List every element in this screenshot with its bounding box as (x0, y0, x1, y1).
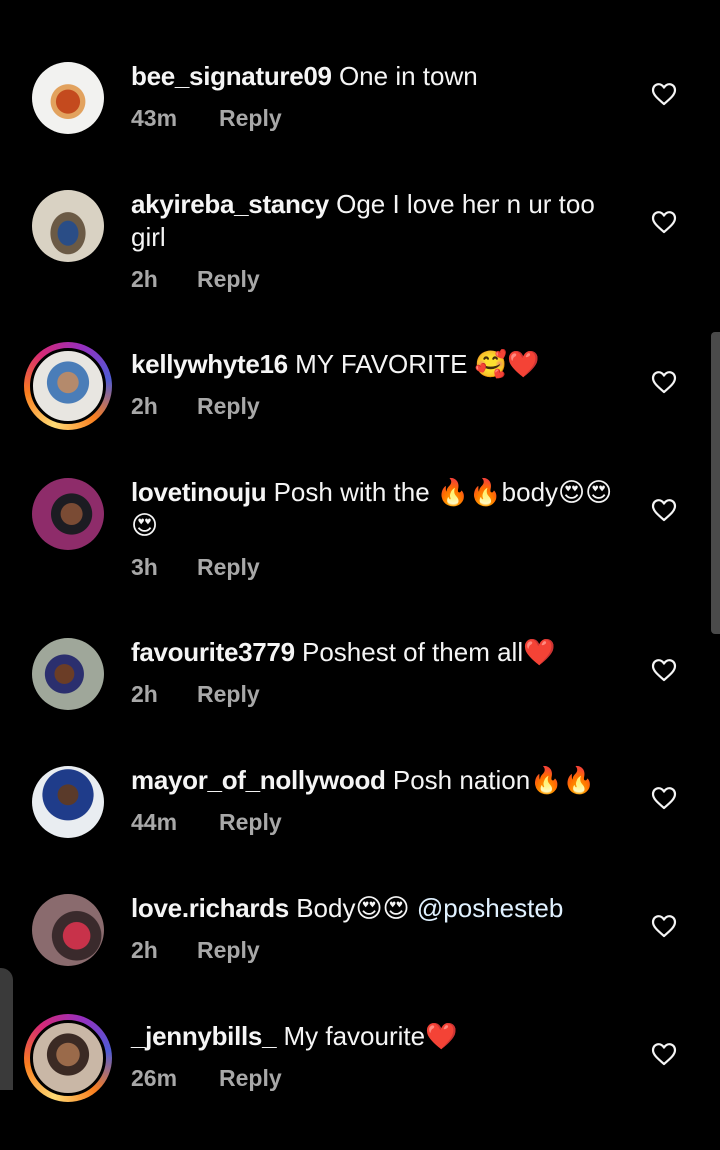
comment-item: lovetinouju Posh with the 🔥🔥body😍😍😍 3h Re… (0, 476, 720, 606)
avatar (30, 1020, 106, 1096)
comment-timestamp: 2h (131, 937, 158, 963)
comment-timestamp: 26m (131, 1065, 178, 1091)
comment-text: _jennybills_ My favourite❤️ (131, 1020, 621, 1053)
comment-meta: 2h Reply (131, 266, 260, 293)
comment-meta: 44m Reply (131, 809, 282, 836)
comment-item: kellywhyte16 MY FAVORITE 🥰❤️ 2h Reply (0, 342, 720, 478)
reply-button[interactable]: Reply (219, 809, 282, 835)
avatar[interactable] (32, 894, 104, 966)
comment-body: One in town (338, 61, 478, 91)
avatar[interactable] (32, 478, 104, 550)
comment-item: akyireba_stancy Oge I love her n ur too … (0, 188, 720, 318)
avatar[interactable] (32, 62, 104, 134)
comment-body: Poshest of them all❤️ (301, 637, 556, 667)
edge-handle[interactable] (0, 968, 13, 1090)
comment-username[interactable]: akyireba_stancy (131, 189, 329, 219)
reply-button[interactable]: Reply (219, 105, 282, 131)
comment-timestamp: 3h (131, 554, 158, 580)
heart-outline-icon[interactable] (651, 498, 677, 522)
comment-item: love.richards Body😍😍 @poshesteb 2h Reply (0, 892, 720, 1022)
comment-item: mayor_of_nollywood Posh nation🔥🔥 44m Repl… (0, 764, 720, 894)
reply-button[interactable]: Reply (197, 681, 260, 707)
heart-outline-icon[interactable] (651, 210, 677, 234)
comment-timestamp: 2h (131, 393, 158, 419)
comment-item: favourite3779 Poshest of them all❤️ 2h Re… (0, 636, 720, 766)
comment-username[interactable]: mayor_of_nollywood (131, 765, 386, 795)
comment-text: love.richards Body😍😍 @poshesteb (131, 892, 621, 925)
comment-meta: 2h Reply (131, 393, 260, 420)
comment-body: MY FAVORITE 🥰❤️ (295, 349, 540, 379)
comment-meta: 3h Reply (131, 554, 260, 581)
comment-meta: 2h Reply (131, 681, 260, 708)
comment-username[interactable]: favourite3779 (131, 637, 295, 667)
avatar-story-ring[interactable] (24, 342, 112, 430)
comment-text: kellywhyte16 MY FAVORITE 🥰❤️ (131, 348, 621, 381)
comment-meta: 43m Reply (131, 105, 282, 132)
comment-timestamp: 2h (131, 681, 158, 707)
comment-timestamp: 2h (131, 266, 158, 292)
comment-body: My favourite❤️ (283, 1021, 458, 1051)
mention-link[interactable]: @poshesteb (417, 893, 563, 923)
heart-outline-icon[interactable] (651, 914, 677, 938)
comment-username[interactable]: lovetinouju (131, 477, 267, 507)
heart-outline-icon[interactable] (651, 1042, 677, 1066)
comment-username[interactable]: _jennybills_ (131, 1021, 277, 1051)
reply-button[interactable]: Reply (197, 937, 260, 963)
avatar[interactable] (32, 190, 104, 262)
avatar[interactable] (32, 638, 104, 710)
comment-username[interactable]: kellywhyte16 (131, 349, 288, 379)
avatar-story-ring[interactable] (24, 1014, 112, 1102)
comment-text: bee_signature09 One in town (131, 60, 621, 93)
avatar (30, 348, 106, 424)
reply-button[interactable]: Reply (197, 393, 260, 419)
avatar[interactable] (32, 766, 104, 838)
comment-item: _jennybills_ My favourite❤️ 26m Reply (0, 1014, 720, 1150)
heart-outline-icon[interactable] (651, 82, 677, 106)
comment-text: lovetinouju Posh with the 🔥🔥body😍😍😍 (131, 476, 621, 542)
comment-text: favourite3779 Poshest of them all❤️ (131, 636, 621, 669)
heart-outline-icon[interactable] (651, 658, 677, 682)
reply-button[interactable]: Reply (197, 554, 260, 580)
comment-body: Posh nation🔥🔥 (392, 765, 595, 795)
reply-button[interactable]: Reply (197, 266, 260, 292)
heart-outline-icon[interactable] (651, 786, 677, 810)
comment-body: Body😍😍 (296, 893, 410, 923)
comment-text: akyireba_stancy Oge I love her n ur too … (131, 188, 621, 254)
comment-meta: 2h Reply (131, 937, 260, 964)
scrollbar[interactable] (711, 332, 720, 634)
comment-username[interactable]: love.richards (131, 893, 289, 923)
comment-timestamp: 43m (131, 105, 178, 131)
comment-item: bee_signature09 One in town 43m Reply (0, 60, 720, 190)
comment-timestamp: 44m (131, 809, 178, 835)
heart-outline-icon[interactable] (651, 370, 677, 394)
comment-username[interactable]: bee_signature09 (131, 61, 332, 91)
comment-meta: 26m Reply (131, 1065, 282, 1092)
comment-text: mayor_of_nollywood Posh nation🔥🔥 (131, 764, 621, 797)
reply-button[interactable]: Reply (219, 1065, 282, 1091)
